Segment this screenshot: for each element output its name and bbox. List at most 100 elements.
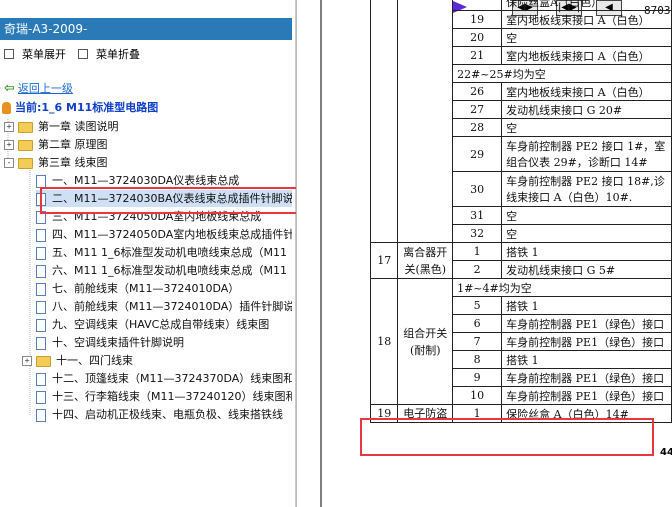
group-name-cell: 组合开关(耐制) (397, 278, 454, 405)
description-cell: 搭铁 1 (501, 242, 672, 261)
pin-cell: 2 (452, 260, 503, 279)
tree-item-label: 十一、四门线束 (56, 354, 133, 367)
tree-item-label: 八、前舱线束（M11—3724010DA）插件针脚说 (52, 300, 292, 313)
description-line: 车身前控制器 PE1（绿色）接口 (506, 389, 665, 403)
description-line: 车身前控制器 PE2 接口 1#，室 (506, 140, 666, 153)
description-cell: 空 (501, 224, 672, 243)
description-cell: 发动机线束接口 G 20# (501, 100, 672, 119)
description-cell: 车身前控制器 PE2 接口 1#，室 组合仪表 29#，诊断口 14# (501, 136, 672, 172)
collapse-icon (78, 49, 88, 59)
tree-item-label: 七、前舱线束（M11—3724010DA） (52, 282, 240, 295)
document-icon (36, 282, 46, 296)
tree-doc-item[interactable]: 十、空调线束插件针脚说明 (36, 334, 292, 351)
description-cell: 保险丝盒 A（白色）14# (501, 404, 672, 423)
pin-cell: 1 (452, 404, 503, 423)
tree-doc-item[interactable]: 十二、顶篷线束（M11—3724370DA）线束图和 (36, 370, 292, 387)
tree-item-label: 第三章 线束图 (38, 156, 108, 169)
tree-item-label: 十、空调线束插件针脚说明 (52, 336, 184, 349)
pin-cell: 5 (452, 296, 503, 315)
expand-icon (4, 49, 14, 59)
document-icon (36, 264, 46, 278)
pin-cell (452, 0, 503, 11)
tree-doc-item[interactable]: 八、前舱线束（M11—3724010DA）插件针脚说 (36, 298, 292, 315)
group-cell (369, 0, 399, 243)
group-number-cell: 18 (369, 278, 399, 405)
description-cell: 车身前控制器 PE1（绿色）接口 (501, 332, 672, 351)
description-cell: 室内地板线束接口 A（白色） (501, 82, 672, 101)
pin-cell: 27 (452, 100, 503, 119)
tree-item-label: 五、M11 1_6标准型发动机电喷线束总成（M11 (52, 246, 287, 259)
pin-cell: 7 (452, 332, 503, 351)
tree-item-label: 十二、顶篷线束（M11—3724370DA）线束图和 (52, 372, 292, 385)
tree-doc-item[interactable]: 十四、启动机正极线束、电瓶负极、线束搭铁线 (36, 406, 292, 423)
expand-toggle-icon[interactable]: + (4, 122, 14, 132)
description-line: 车身前控制器 PE1（绿色）接口 (506, 335, 665, 349)
pin-cell: 32 (452, 224, 503, 243)
current-label: 当前:1_6 M11标准型电路图 (15, 101, 159, 114)
description-cell: 空 (501, 206, 672, 225)
tree-folder-item[interactable]: - 第三章 线束图 (4, 154, 292, 171)
page-footer-mark: 44 (660, 447, 672, 458)
collapse-toggle-icon[interactable]: - (4, 158, 14, 168)
description-line: 搭铁 1 (506, 299, 539, 313)
tree-doc-item[interactable]: 四、M11—3724050DA室内地板线束总成插件针 (36, 226, 292, 243)
collapse-menu-button[interactable]: 菜单折叠 (78, 46, 140, 64)
tree-doc-item[interactable]: 九、空调线束（HAVC总成自带线束）线束图 (36, 316, 292, 333)
menu-toggle-row: 菜单展开 菜单折叠 (0, 46, 292, 64)
pin-cell: 1 (452, 242, 503, 261)
description-line: 搭铁 1 (506, 353, 539, 367)
expand-toggle-icon[interactable]: + (22, 356, 32, 366)
pin-table: 保险丝盒A（白色） 19 室内地板线束接口 A（白色） 20 空 21 室内地板线束接口 A… (369, 0, 672, 423)
document-icon (36, 174, 46, 188)
back-link[interactable]: 返回上一级 (18, 82, 73, 95)
folder-icon (18, 157, 33, 169)
tree-folder-item[interactable]: + 第二章 原理图 (4, 136, 292, 153)
folder-icon (18, 121, 33, 133)
tree-doc-item[interactable]: 十三、行李箱线束（M11—37240120）线束图和 (36, 388, 292, 405)
tree-item-label: 三、M11—3724050DA室内地板线束总成 (52, 210, 262, 223)
tree-folder-item[interactable]: + 十一、四门线束 (22, 352, 292, 369)
description-line: 车身前控制器 PE2 接口 18#,诊 (506, 175, 665, 188)
group-name-cell: 离合器开关(黑色) (397, 242, 454, 279)
description-line: 空 (506, 31, 518, 45)
expand-label: 菜单展开 (22, 48, 66, 61)
description-line: 室内地板线束接口 A（白色） (506, 13, 650, 27)
description-cell: 室内地板线束接口 A（白色） (501, 10, 672, 29)
pin-cell: 30 (452, 171, 503, 207)
group-name-cell: 电子防盗 (397, 404, 454, 423)
tree-item-label: 六、M11 1_6标准型发动机电喷线束总成（M11 (52, 264, 287, 277)
pin-cell: 19 (452, 10, 503, 29)
document-icon (36, 318, 46, 332)
description-line: 发动机线束接口 G 5# (506, 263, 616, 277)
pin-cell: 10 (452, 386, 503, 405)
pin-cell: 8 (452, 350, 503, 369)
pin-cell: 6 (452, 314, 503, 333)
tree-doc-item[interactable]: 三、M11—3724050DA室内地板线束总成 (36, 208, 292, 225)
description-line: 空 (506, 121, 518, 135)
tree-item-label: 一、M11—3724030DA仪表线束总成 (52, 174, 240, 187)
pin-cell: 20 (452, 28, 503, 47)
tree-doc-item[interactable]: 六、M11 1_6标准型发动机电喷线束总成（M11 (36, 262, 292, 279)
tree-item-label: 十四、启动机正极线束、电瓶负极、线束搭铁线 (52, 408, 283, 421)
pin-cell: 28 (452, 118, 503, 137)
description-line: 室内地板线束接口 A（白色） (506, 85, 650, 99)
tree-folder-item[interactable]: + 第一章 读图说明 (4, 118, 292, 135)
tree-item-label: 第一章 读图说明 (38, 120, 119, 133)
table-row: 19 电子防盗 1 保险丝盒 A（白色）14# (369, 404, 672, 423)
table-row: 17 离合器开关(黑色) 1 搭铁 1 (369, 242, 672, 279)
expand-menu-button[interactable]: 菜单展开 (4, 46, 66, 64)
description-cell: 车身前控制器 PE2 接口 18#,诊 线束接口 A（白色）10#. (501, 171, 672, 207)
tree-doc-item[interactable]: 五、M11 1_6标准型发动机电喷线束总成（M11 (36, 244, 292, 261)
tree-doc-item[interactable]: 一、M11—3724030DA仪表线束总成 (36, 172, 292, 189)
description-line: 搭铁 1 (506, 245, 539, 259)
folder-icon (36, 355, 51, 367)
range-note-cell: 22#~25#均为空 (452, 64, 672, 83)
expand-toggle-icon[interactable]: + (4, 140, 14, 150)
tree-doc-item[interactable]: 二、M11—3724030BA仪表线束总成插件针脚说 (36, 190, 292, 207)
tree-item-label: 十三、行李箱线束（M11—37240120）线束图和 (52, 390, 292, 403)
description-cell: 空 (501, 118, 672, 137)
back-row: ⇦ 返回上一级 (4, 81, 73, 97)
description-line: 保险丝盒A（白色） (506, 0, 603, 9)
tree-doc-item[interactable]: 七、前舱线束（M11—3724010DA） (36, 280, 292, 297)
tree-item-label: 四、M11—3724050DA室内地板线束总成插件针 (52, 228, 292, 241)
